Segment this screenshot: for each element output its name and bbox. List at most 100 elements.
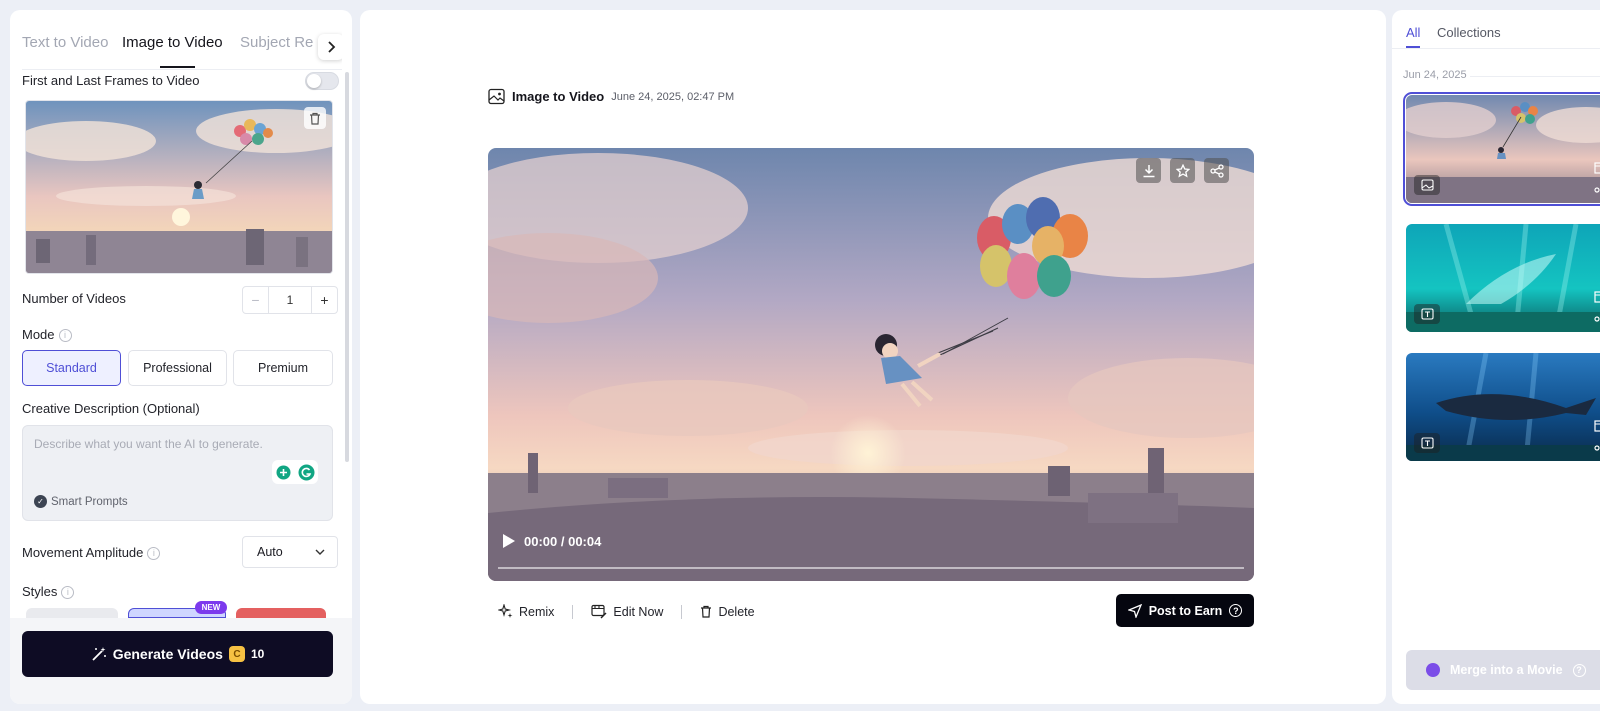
- delete-image-button[interactable]: [304, 107, 326, 129]
- mode-label: Mode i: [22, 327, 72, 342]
- movement-amplitude-value: Auto: [257, 545, 283, 559]
- decrement-button[interactable]: −: [243, 287, 269, 313]
- mode-label-text: Mode: [22, 327, 55, 342]
- preview-panel: Image to Video June 24, 2025, 02:47 PM 0…: [360, 10, 1386, 704]
- share-icon[interactable]: [1594, 441, 1600, 455]
- tab-all[interactable]: All: [1406, 25, 1420, 40]
- help-icon[interactable]: ?: [1229, 604, 1243, 617]
- result-type-title: Image to Video: [512, 89, 605, 104]
- edit-now-button[interactable]: Edit Now: [591, 604, 663, 619]
- film-edit-icon: [591, 604, 607, 619]
- prompt-placeholder: Describe what you want the AI to generat…: [34, 437, 263, 451]
- creative-description-label: Creative Description (Optional): [22, 401, 200, 416]
- trash-icon: [701, 605, 712, 618]
- enhance-icon[interactable]: [276, 465, 291, 480]
- settings-panel: Text to Video Image to Video Subject Re …: [10, 10, 352, 704]
- uploaded-image: [25, 100, 333, 274]
- merge-label: Merge into a Movie: [1450, 663, 1563, 677]
- progress-bar[interactable]: [498, 567, 1244, 569]
- tab-subject-reference[interactable]: Subject Re: [240, 34, 313, 51]
- delete-button[interactable]: Delete: [700, 604, 755, 619]
- smart-prompts-label: Smart Prompts: [51, 495, 128, 508]
- mode-premium-button[interactable]: Premium: [233, 350, 333, 386]
- generate-videos-button[interactable]: Generate Videos C 10: [22, 631, 333, 677]
- styles-label: Styles i: [22, 584, 75, 599]
- sparkle-icon: [498, 604, 513, 618]
- play-icon[interactable]: [502, 533, 516, 549]
- merge-into-movie-button[interactable]: Merge into a Movie ?: [1406, 650, 1600, 690]
- edit-video-icon[interactable]: [1594, 290, 1600, 304]
- generate-label: Generate Videos: [112, 646, 223, 662]
- divider: [1470, 76, 1600, 77]
- image-to-video-badge: [1414, 175, 1440, 195]
- remix-button[interactable]: Remix: [498, 604, 554, 619]
- tab-collections[interactable]: Collections: [1437, 25, 1501, 40]
- tab-text-to-video[interactable]: Text to Video: [22, 34, 108, 51]
- merge-icon: [1426, 663, 1440, 677]
- new-badge: NEW: [195, 601, 227, 614]
- credit-coin-icon: C: [228, 646, 245, 662]
- time-display: 00:00 / 00:04: [524, 533, 602, 549]
- info-icon[interactable]: i: [61, 585, 75, 599]
- history-item[interactable]: [1403, 92, 1600, 206]
- info-icon[interactable]: i: [147, 546, 161, 560]
- mode-standard-button[interactable]: Standard: [22, 350, 121, 386]
- share-icon: [1209, 163, 1224, 178]
- movement-amplitude-label: Movement Amplitude i: [22, 545, 161, 560]
- mode-professional-button[interactable]: Professional: [128, 350, 227, 386]
- share-icon[interactable]: [1594, 312, 1600, 326]
- text-to-video-badge: [1414, 304, 1440, 324]
- share-icon[interactable]: [1594, 183, 1600, 197]
- text-to-video-badge: [1414, 433, 1440, 453]
- movement-amplitude-text: Movement Amplitude: [22, 545, 144, 560]
- edit-video-icon[interactable]: [1594, 161, 1600, 175]
- grammarly-icon[interactable]: [298, 464, 315, 481]
- number-of-videos-value[interactable]: 1: [269, 287, 311, 313]
- download-button[interactable]: [1136, 158, 1161, 183]
- video-player[interactable]: 00:00 / 00:04: [488, 148, 1254, 581]
- first-last-frames-toggle[interactable]: [305, 72, 339, 90]
- divider: [681, 604, 683, 619]
- first-last-frames-label: First and Last Frames to Video: [22, 73, 200, 88]
- number-of-videos-label: Number of Videos: [22, 291, 126, 306]
- info-icon[interactable]: i: [58, 328, 72, 342]
- mode-tabs: Text to Video Image to Video Subject Re: [22, 24, 342, 70]
- trash-icon: [310, 112, 320, 125]
- style-option[interactable]: [26, 608, 118, 618]
- history-item[interactable]: [1406, 353, 1600, 461]
- post-to-earn-button[interactable]: Post to Earn ?: [1116, 594, 1254, 627]
- help-icon[interactable]: ?: [1572, 663, 1586, 677]
- divider: [572, 604, 574, 619]
- check-icon: ✓: [34, 495, 47, 508]
- edit-now-label: Edit Now: [613, 604, 664, 619]
- movement-amplitude-select[interactable]: Auto: [242, 536, 338, 568]
- active-tab-indicator: [160, 66, 195, 68]
- delete-label: Delete: [718, 604, 755, 619]
- tab-image-to-video[interactable]: Image to Video: [122, 34, 223, 51]
- history-panel: All Collections Jun 24, 2025 Merge into …: [1392, 10, 1600, 704]
- history-item[interactable]: [1406, 224, 1600, 332]
- smart-prompts-option[interactable]: ✓ Smart Prompts: [34, 495, 128, 508]
- uploaded-image-art: [26, 101, 332, 273]
- divider: [1392, 48, 1600, 49]
- playback-controls: 00:00 / 00:04: [502, 533, 601, 549]
- magic-wand-icon: [92, 647, 106, 661]
- creative-description-input[interactable]: Describe what you want the AI to generat…: [22, 425, 333, 521]
- remix-label: Remix: [519, 604, 555, 619]
- styles-label-text: Styles: [22, 584, 58, 599]
- increment-button[interactable]: +: [311, 287, 337, 313]
- result-date: June 24, 2025, 02:47 PM: [611, 90, 735, 103]
- history-date-group: Jun 24, 2025: [1403, 69, 1467, 81]
- share-button[interactable]: [1204, 158, 1229, 183]
- number-of-videos-stepper: − 1 +: [242, 286, 338, 314]
- image-icon: [1420, 179, 1434, 191]
- settings-scrollbar[interactable]: [345, 72, 349, 462]
- star-icon: [1175, 163, 1190, 177]
- favorite-button[interactable]: [1170, 158, 1195, 183]
- edit-video-icon[interactable]: [1594, 419, 1600, 433]
- style-option[interactable]: [236, 608, 326, 618]
- assistant-icons: [272, 460, 318, 484]
- send-icon: [1127, 603, 1142, 618]
- text-icon: [1420, 308, 1434, 320]
- tabs-next-button[interactable]: [318, 34, 342, 60]
